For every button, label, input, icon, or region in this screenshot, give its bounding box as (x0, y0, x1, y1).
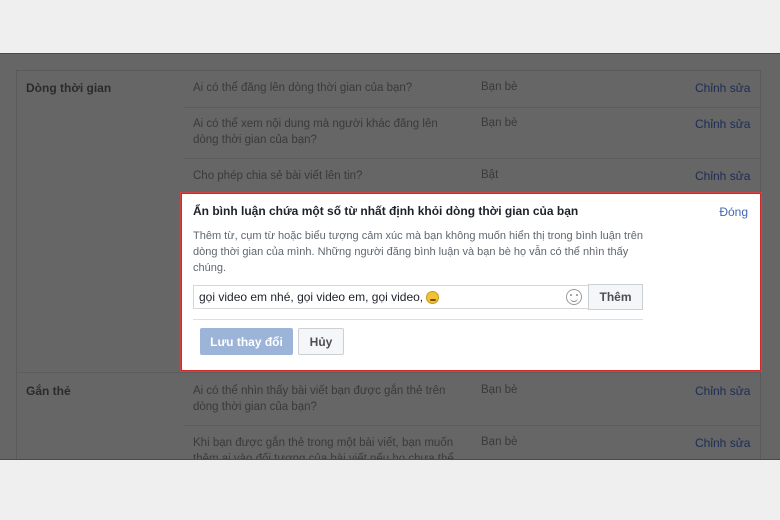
timeline-row-1-question: Ai có thể đăng lên dòng thời gian của bạ… (193, 82, 413, 94)
hide-comments-dialog: Ẩn bình luận chứa một số từ nhất định kh… (181, 193, 761, 371)
section-divider (16, 372, 760, 373)
divider (184, 425, 760, 426)
tagging-row-2-value: Bạn bè (481, 436, 518, 448)
tagging-row-2-question: Khi bạn được gắn thẻ trong một bài viết,… (193, 437, 454, 460)
dialog-divider (193, 319, 643, 320)
section-title-timeline: Dòng thời gian (26, 81, 112, 95)
top-margin (0, 0, 780, 53)
close-link[interactable]: Đóng (719, 205, 748, 219)
tagging-row-1-edit-link[interactable]: Chỉnh sửa (695, 384, 750, 398)
emoji-icon (426, 290, 440, 304)
smiley-icon[interactable] (566, 289, 582, 305)
keywords-value: gọi video em nhé, gọi video em, gọi vide… (199, 290, 424, 304)
add-button[interactable]: Thêm (588, 284, 643, 310)
timeline-row-1-value: Bạn bè (481, 81, 518, 93)
timeline-row-1-edit-link[interactable]: Chỉnh sửa (695, 81, 750, 95)
page-border-top (16, 70, 761, 71)
cancel-button[interactable]: Hủy (298, 328, 344, 355)
keywords-input[interactable]: gọi video em nhé, gọi video em, gọi vide… (193, 285, 588, 309)
save-changes-button[interactable]: Lưu thay đổi (200, 328, 293, 355)
dialog-title: Ẩn bình luận chứa một số từ nhất định kh… (193, 204, 579, 218)
divider (184, 107, 760, 108)
divider (184, 158, 760, 159)
timeline-row-2-question: Ai có thể xem nội dung mà người khác đăn… (193, 118, 438, 146)
timeline-row-2-edit-link[interactable]: Chỉnh sửa (695, 117, 750, 131)
bottom-margin (0, 460, 780, 520)
tagging-row-1-question: Ai có thể nhìn thấy bài viết bạn được gắ… (193, 385, 446, 413)
tagging-row-2-edit-link[interactable]: Chỉnh sửa (695, 436, 750, 450)
page-border-left (16, 70, 17, 459)
dialog-description: Thêm từ, cụm từ hoặc biểu tượng cảm xúc … (193, 230, 643, 274)
timeline-row-3-edit-link[interactable]: Chỉnh sửa (695, 169, 750, 183)
timeline-row-3-question: Cho phép chia sẻ bài viết lên tin? (193, 170, 363, 182)
section-title-tagging: Gắn thẻ (26, 384, 71, 398)
tagging-row-1-value: Bạn bè (481, 384, 518, 396)
timeline-row-3-value: Bật (481, 169, 499, 181)
timeline-row-2-value: Bạn bè (481, 117, 518, 129)
